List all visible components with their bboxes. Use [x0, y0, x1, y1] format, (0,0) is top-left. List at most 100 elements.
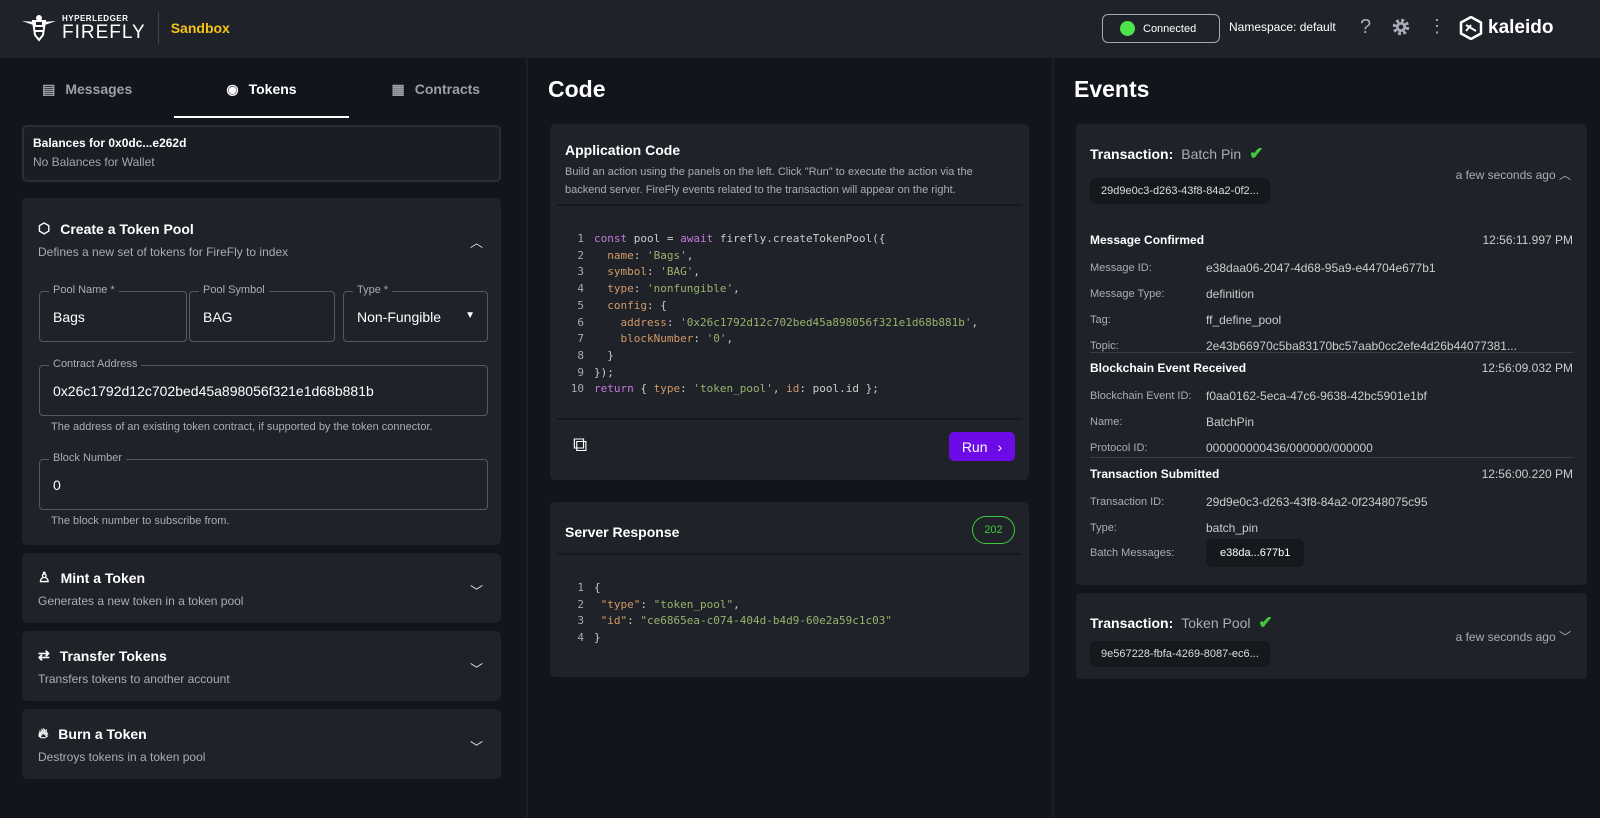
code-token: ,	[772, 382, 787, 396]
row-key: Transaction ID:	[1090, 496, 1165, 508]
field-value: 0x26c1792d12c702bed45a898056f321e1d68b88…	[53, 383, 374, 399]
status-code-badge: 202	[972, 516, 1015, 544]
settings-gear-icon[interactable]	[1390, 16, 1412, 44]
code-line: 8 }	[558, 348, 978, 365]
tab-bar: ▤ Messages ◉ Tokens ▦ Contracts	[0, 58, 523, 120]
section-title: Transaction Submitted	[1090, 467, 1220, 481]
tab-contracts[interactable]: ▦ Contracts	[349, 58, 523, 120]
code-line: 3 symbol: 'BAG',	[558, 264, 978, 281]
events-panel: Events Transaction: Batch Pin ✔︎ 29d9e0c3-…	[1052, 58, 1600, 818]
row-value: batch_pin	[1206, 521, 1259, 535]
connection-status-label: Connected	[1143, 22, 1197, 35]
kaleido-logo[interactable]: kaleido	[1459, 16, 1553, 40]
copy-icon[interactable]: ⧉	[573, 434, 587, 457]
run-button[interactable]: Run ›	[949, 432, 1015, 461]
tx-id-chip[interactable]: 29d9e0c3-d263-43f8-84a2-0f2...	[1090, 178, 1270, 204]
event-card-token-pool[interactable]: Transaction: Token Pool ✔︎ 9e567228-fbfa-4…	[1076, 593, 1587, 679]
mint-token-section[interactable]: ♙ Mint a Token Generates a new token in a …	[22, 553, 501, 623]
check-circle-icon: ✔︎	[1258, 613, 1273, 632]
code-token: type	[607, 282, 634, 296]
divider	[1090, 352, 1573, 353]
code-token: :	[633, 248, 647, 262]
row-value: 2e43b66970c5ba83170bc57aab0cc2efe4d26b44…	[1206, 339, 1517, 353]
chevron-down-icon[interactable]: ﹀	[470, 737, 483, 756]
code-token: : pool.id };	[799, 382, 879, 396]
code-token: ,	[726, 332, 734, 346]
create-pool-header[interactable]: ⬡ Create a Token Pool Defines a new set o…	[38, 220, 288, 259]
response-viewer: 1{2 "type": "token_pool", 3 "id": "ce6865…	[558, 580, 892, 647]
block-number-field[interactable]: Block Number 0	[39, 452, 488, 510]
batch-messages-row: Batch Messages: e38da...677b1	[1090, 539, 1573, 567]
type-select[interactable]: Type * Non-Fungible ▼	[343, 284, 488, 342]
code-line: 9});	[558, 365, 978, 382]
code-token: symbol	[607, 265, 647, 279]
chevron-up-icon[interactable]: ︿	[470, 232, 483, 251]
row-value: 29d9e0c3-d263-43f8-84a2-0f2348075c95	[1206, 495, 1428, 509]
batch-message-chip[interactable]: e38da...677b1	[1206, 539, 1305, 567]
tab-label: Messages	[65, 81, 133, 97]
code-token: ,	[971, 315, 979, 329]
code-token: "ce6865ea-c074-404d-b4d9-60e2a59c1c03"	[640, 614, 893, 628]
detail-row: Message Type: definition	[1090, 281, 1573, 307]
code-token: return	[594, 382, 634, 396]
card-desc: Build an action using the panels on the …	[565, 166, 973, 196]
chevron-down-icon: ﹀	[1558, 630, 1571, 644]
chevron-down-icon[interactable]: ﹀	[470, 659, 483, 678]
line-number: 7	[577, 332, 584, 346]
row-key: Name:	[1090, 416, 1123, 428]
code-token: :	[693, 332, 707, 346]
code-token: :	[647, 265, 661, 279]
detail-row: Transaction ID: 29d9e0c3-d263-43f8-84a2-0…	[1090, 489, 1573, 515]
field-label: Block Number	[49, 452, 127, 464]
tab-tokens[interactable]: ◉ Tokens	[174, 58, 349, 120]
code-token: 'BAG'	[660, 265, 694, 279]
code-line: 7 blockNumber: '0',	[558, 331, 978, 348]
contract-address-field[interactable]: Contract Address 0x26c1792d12c702bed45a89…	[39, 358, 488, 416]
code-token: {	[633, 382, 654, 396]
detail-row: Tag: ff_define_pool	[1090, 307, 1573, 333]
code-editor[interactable]: 1 const pool = await firefly.createTokenP…	[558, 231, 978, 398]
code-token: : {	[647, 298, 667, 312]
application-code-card: Application Code Build an action using t…	[550, 124, 1029, 480]
card-title: Application Code	[565, 142, 681, 158]
row-value: ff_define_pool	[1206, 313, 1282, 327]
event-card-batch-pin[interactable]: Transaction: Batch Pin ✔︎ 29d9e0c3-d263-43…	[1076, 124, 1587, 585]
help-icon[interactable]: ?	[1360, 16, 1371, 39]
line-number: 4	[577, 631, 584, 645]
namespace-selector[interactable]: Namespace: default	[1229, 20, 1336, 34]
burn-token-section[interactable]: 🔥︎ Burn a Token Destroys tokens in a token…	[22, 709, 501, 779]
code-token: firefly.createTokenPool({	[713, 232, 886, 245]
document-icon: ▦	[391, 80, 405, 97]
tx-time[interactable]: a few seconds ago ︿	[1456, 166, 1571, 183]
tx-time[interactable]: a few seconds ago ﹀	[1456, 628, 1571, 645]
swap-arrows-icon: ⇄	[38, 647, 50, 663]
code-token: name	[607, 248, 634, 262]
code-line: 3 "id": "ce6865ea-c074-404d-b4d9-60e2a59…	[558, 613, 892, 630]
code-token: :	[627, 614, 641, 628]
logo-firefly: FIREFLY	[62, 21, 146, 43]
connection-status-button[interactable]: Connected	[1102, 14, 1220, 43]
line-number: 4	[577, 282, 584, 296]
row-key: Topic:	[1090, 340, 1119, 352]
detail-row: Name: BatchPin	[1090, 409, 1573, 435]
chevron-down-icon[interactable]: ﹀	[470, 581, 483, 600]
logo-divider	[157, 12, 159, 44]
field-label: Contract Address	[49, 358, 142, 370]
event-section-transaction-submitted: Transaction Submitted 12:56:00.220 PM Tran…	[1090, 467, 1573, 541]
code-token: '0x26c1792d12c702bed45a898056f321e1d68b8…	[680, 315, 972, 329]
transfer-tokens-section[interactable]: ⇄ Transfer Tokens Transfers tokens to anot…	[22, 631, 501, 701]
row-key: Tag:	[1090, 314, 1111, 326]
more-vert-icon[interactable]: ⋮	[1428, 16, 1446, 37]
firefly-logo[interactable]: HYPERLEDGER FIREFLY Sandbox	[22, 12, 230, 44]
kaleido-brand: kaleido	[1488, 17, 1554, 38]
tx-id-chip[interactable]: 9e567228-fbfa-4269-8087-ec6...	[1090, 641, 1270, 667]
pool-symbol-field[interactable]: Pool Symbol BAG	[189, 284, 335, 342]
tab-messages[interactable]: ▤ Messages	[0, 58, 174, 120]
run-label: Run	[961, 438, 988, 455]
pool-name-field[interactable]: Pool Name * Bags	[39, 284, 187, 342]
row-value: f0aa0162-5eca-47c6-9638-42bc5901e1bf	[1206, 389, 1427, 403]
tx-ago: a few seconds ago	[1455, 168, 1556, 182]
